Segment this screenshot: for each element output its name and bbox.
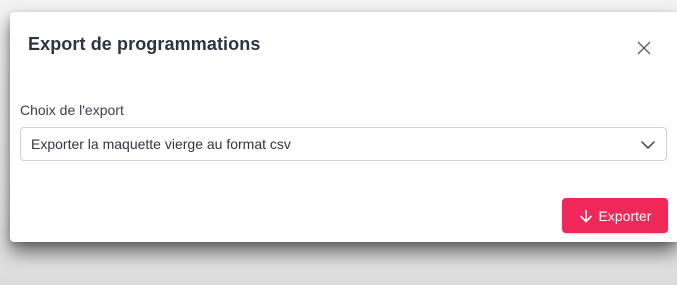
close-button[interactable] (632, 36, 656, 60)
export-choice-select[interactable]: Exporter la maquette vierge au format cs… (20, 127, 667, 161)
export-choice-value: Exporter la maquette vierge au format cs… (31, 136, 291, 152)
export-button[interactable]: Exporter (562, 198, 668, 233)
export-choice-label: Choix de l'export (20, 102, 124, 118)
arrow-down-icon (579, 209, 592, 222)
export-modal: Export de programmations Choix de l'expo… (10, 12, 677, 242)
close-icon (637, 41, 651, 55)
modal-title: Export de programmations (28, 34, 261, 54)
chevron-down-icon (641, 141, 655, 149)
export-button-label: Exporter (598, 207, 652, 224)
modal-header: Export de programmations (10, 12, 677, 78)
